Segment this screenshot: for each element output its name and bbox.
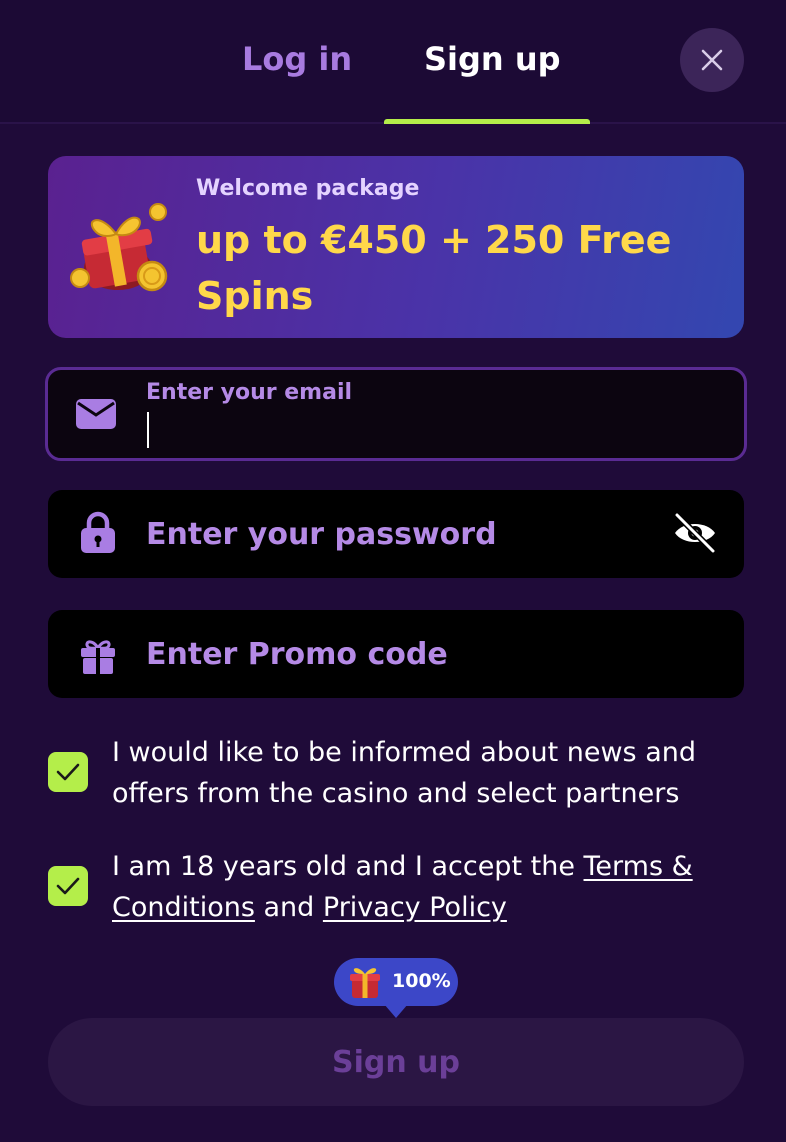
gift-icon [78, 636, 118, 676]
show-password-toggle[interactable] [672, 510, 718, 556]
email-label: Enter your email [146, 380, 353, 405]
welcome-package-label: Welcome package [196, 176, 420, 201]
checkmark-icon [56, 763, 80, 781]
terms-text-middle: and [254, 892, 323, 923]
email-field[interactable]: Enter your email [45, 367, 747, 461]
tab-login[interactable]: Log in [242, 36, 352, 82]
newsletter-checkbox[interactable] [48, 752, 88, 792]
promo-code-input[interactable] [146, 610, 646, 698]
welcome-package-banner: Welcome package up to €450 + 250 Free Sp… [48, 156, 744, 338]
tab-signup[interactable]: Sign up [424, 36, 561, 82]
bonus-badge: 100% [334, 958, 458, 1018]
auth-tabs-header: Log in Sign up [0, 0, 786, 124]
eye-off-icon [674, 513, 716, 553]
password-field[interactable] [48, 490, 744, 578]
text-cursor [147, 412, 149, 448]
envelope-icon [76, 394, 116, 434]
signup-submit-button[interactable]: Sign up [48, 1018, 744, 1106]
close-icon [701, 49, 723, 71]
gift-with-coins-icon [70, 203, 168, 292]
newsletter-consent-text: I would like to be informed about news a… [112, 737, 697, 809]
terms-consent-text: I am 18 years old and I accept the Terms… [112, 846, 752, 928]
active-tab-indicator [384, 119, 590, 124]
password-input[interactable] [146, 490, 646, 578]
gift-icon [350, 968, 380, 998]
email-input[interactable] [146, 412, 706, 448]
welcome-package-amount: up to €450 + 250 Free Spins [196, 218, 672, 318]
checkmark-icon [56, 877, 80, 895]
terms-text-prefix: I am 18 years old and I accept the [112, 851, 584, 882]
terms-checkbox[interactable] [48, 866, 88, 906]
promo-code-field[interactable] [48, 610, 744, 698]
privacy-policy-link[interactable]: Privacy Policy [323, 892, 507, 923]
lock-icon [78, 511, 118, 553]
close-button[interactable] [680, 28, 744, 92]
bonus-percentage: 100% [392, 970, 451, 992]
signup-modal: Log in Sign up Welcome package up to €45… [0, 0, 786, 1142]
